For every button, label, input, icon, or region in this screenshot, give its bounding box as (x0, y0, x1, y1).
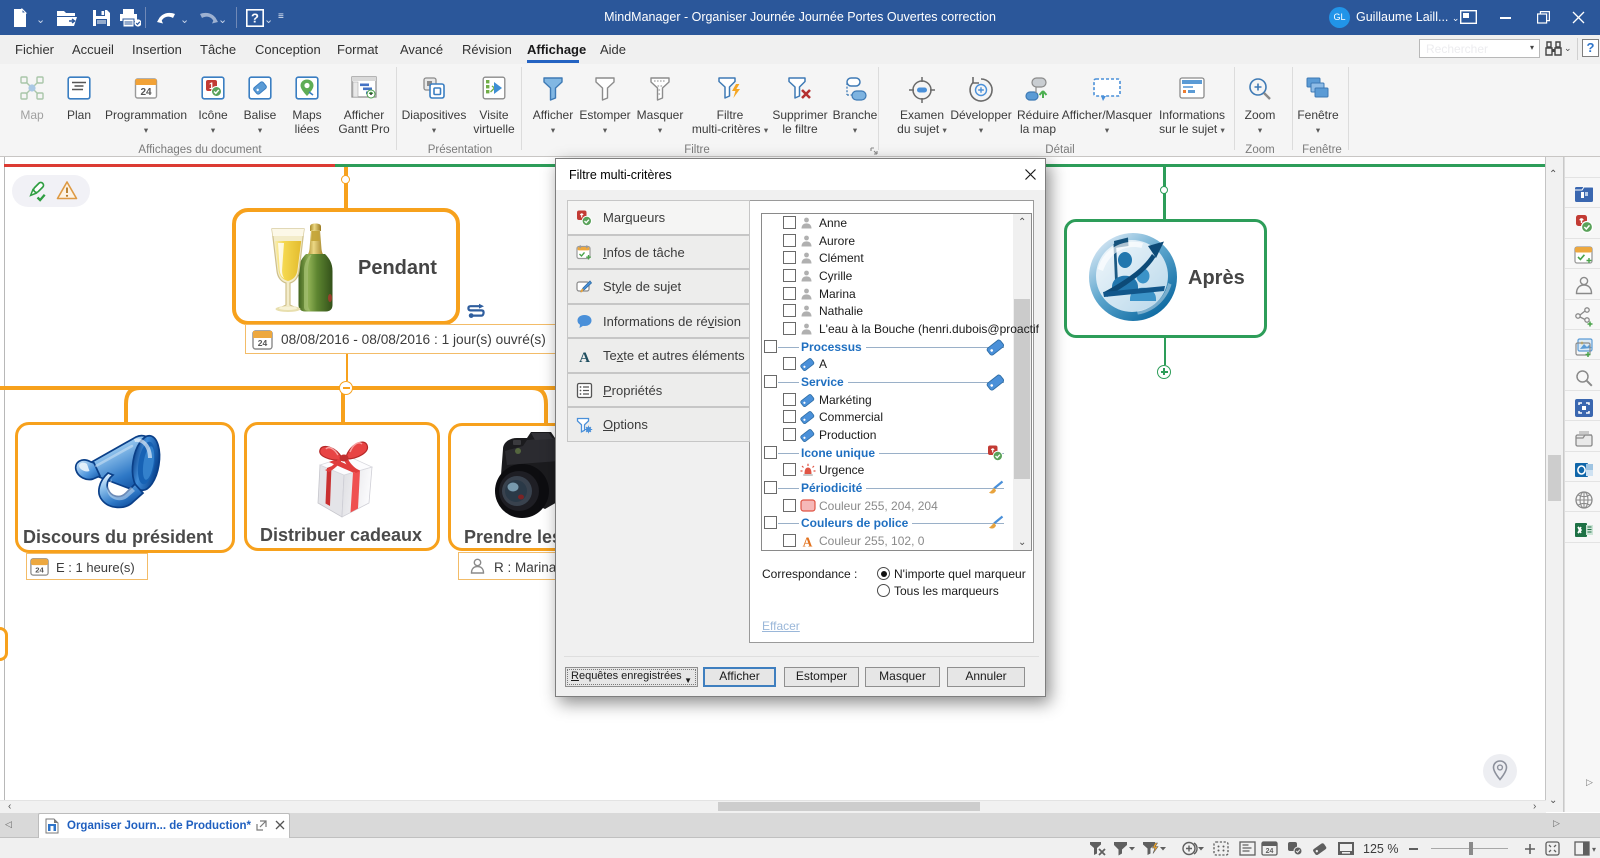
svg-text:24: 24 (35, 565, 44, 574)
svg-text:24: 24 (1266, 848, 1274, 855)
svg-text:?: ? (251, 11, 259, 26)
svg-text:24: 24 (258, 338, 268, 348)
svg-text:24: 24 (140, 87, 152, 98)
svg-text:A: A (579, 350, 590, 365)
svg-text:A: A (803, 535, 813, 549)
